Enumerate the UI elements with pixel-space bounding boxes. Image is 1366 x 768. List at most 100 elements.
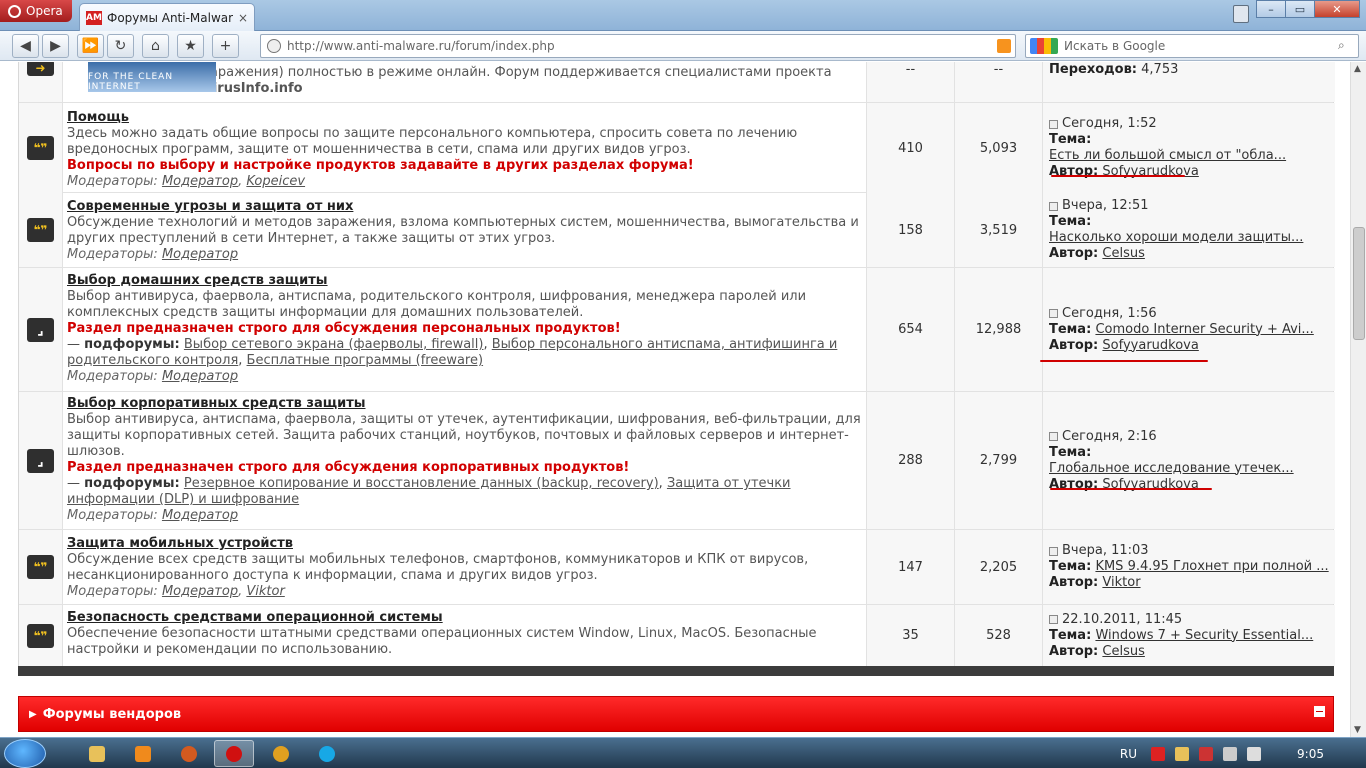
- last-post-icon[interactable]: [1049, 309, 1058, 318]
- app-icon[interactable]: [262, 740, 300, 767]
- moderator-link[interactable]: Модератор: [162, 508, 238, 523]
- opera-icon[interactable]: [214, 740, 254, 767]
- moderator-link[interactable]: Модератор: [162, 247, 238, 262]
- minimize-button[interactable]: –: [1256, 0, 1286, 18]
- highlight-underline: [1040, 360, 1208, 362]
- forum-desc: Выбор антивируса, фаервола, антиспама, р…: [67, 289, 807, 320]
- network-icon[interactable]: [1223, 746, 1238, 761]
- search-icon[interactable]: ⌕: [1338, 38, 1354, 54]
- tab-close-icon[interactable]: ×: [238, 11, 248, 25]
- virusinfo-logo[interactable]: FOR THE CLEAN INTERNET: [88, 62, 216, 92]
- moderator-link[interactable]: Viktor: [246, 584, 284, 599]
- last-topic-link[interactable]: Windows 7 + Security Essential...: [1095, 628, 1313, 643]
- rss-icon[interactable]: [997, 39, 1011, 53]
- opera-menu-label: Opera: [26, 4, 63, 18]
- last-post-cell: Вчера, 11:03 Тема: KMS 9.4.95 Глохнет пр…: [1043, 530, 1335, 604]
- skype-icon[interactable]: [308, 740, 346, 767]
- forum-desc: Обсуждение всех средств защиты мобильных…: [67, 552, 809, 583]
- last-topic-link[interactable]: Есть ли большой смысл от "обла...: [1049, 148, 1286, 163]
- forum-title-link[interactable]: Помощь: [67, 110, 862, 126]
- forum-warning: Раздел предназначен строго для обсуждени…: [67, 321, 621, 336]
- collapse-icon[interactable]: [1314, 706, 1325, 717]
- last-post-icon[interactable]: [1049, 432, 1058, 441]
- vertical-scrollbar[interactable]: ▲ ▼: [1350, 62, 1366, 737]
- subforum-link[interactable]: Бесплатные программы (freeware): [247, 353, 484, 368]
- topic-label: Тема:: [1049, 444, 1092, 460]
- forum-title-link[interactable]: Выбор корпоративных средств защиты: [67, 396, 862, 412]
- subforum-link[interactable]: Выбор сетевого экрана (фаерволы, firewal…: [184, 337, 484, 352]
- last-post-icon[interactable]: [1049, 546, 1058, 556]
- back-icon[interactable]: ◀: [12, 33, 39, 58]
- topics-count: --: [867, 62, 955, 102]
- last-post-icon[interactable]: [1049, 119, 1058, 129]
- posts-count: 2,799: [955, 392, 1043, 529]
- forum-moderators: Модераторы: Модератор, Viktor: [67, 584, 285, 599]
- clock[interactable]: 9:05: [1297, 747, 1324, 761]
- last-post-date: Вчера, 12:51: [1062, 198, 1149, 213]
- forum-moderators: Модераторы: Модератор: [67, 369, 862, 385]
- bookmarks-icon[interactable]: ★: [177, 33, 204, 58]
- last-author-link[interactable]: Sofyyarudkova: [1102, 338, 1198, 353]
- topics-count: 410: [867, 103, 955, 193]
- posts-count: --: [955, 62, 1043, 102]
- forum-desc: заражения) полностью в режиме онлайн. Фо…: [203, 65, 832, 80]
- last-post-icon[interactable]: [1049, 615, 1058, 624]
- reload-icon[interactable]: ↻: [107, 33, 134, 58]
- forum-warning: Вопросы по выбору и настройке продуктов …: [67, 158, 694, 173]
- last-post-date: Сегодня, 2:16: [1062, 428, 1157, 444]
- forum-title-link[interactable]: Безопасность средствами операционной сис…: [67, 610, 862, 626]
- category-header-vendors[interactable]: ▶ Форумы вендоров: [18, 696, 1334, 732]
- tab-anti-malware[interactable]: AM Форумы Anti-Malware... ×: [79, 3, 255, 31]
- forum-moderators: Модераторы: Модератор: [67, 247, 862, 263]
- moderator-link[interactable]: Kopeicev: [246, 174, 305, 189]
- forum-icon-cell: ➜: [19, 62, 63, 102]
- close-button[interactable]: ✕: [1314, 0, 1360, 18]
- last-author-link[interactable]: Viktor: [1102, 575, 1140, 590]
- forward-icon[interactable]: ▶: [42, 33, 69, 58]
- explorer-icon[interactable]: [78, 740, 116, 767]
- scroll-up-icon[interactable]: ▲: [1354, 64, 1361, 74]
- trash-icon[interactable]: [1233, 5, 1249, 23]
- search-box[interactable]: Искать в Google ⌕: [1025, 34, 1359, 58]
- moderator-link[interactable]: Модератор: [162, 174, 238, 189]
- firefox-icon[interactable]: [170, 740, 208, 767]
- scrollbar-thumb[interactable]: [1353, 227, 1365, 340]
- forum-icon-cell: ❝❞: [19, 605, 63, 666]
- tray-app-icon[interactable]: [1199, 746, 1214, 761]
- opera-menu-button[interactable]: Opera: [0, 0, 72, 22]
- start-button[interactable]: [4, 739, 46, 768]
- subforum-link[interactable]: Резервное копирование и восстановление д…: [184, 476, 659, 491]
- last-topic-link[interactable]: KMS 9.4.95 Глохнет при полной ...: [1095, 559, 1328, 574]
- volume-icon[interactable]: [1247, 746, 1262, 761]
- author-label: Автор:: [1049, 643, 1099, 659]
- last-topic-link[interactable]: Насколько хороши модели защиты...: [1049, 230, 1303, 245]
- last-author-link[interactable]: Celsus: [1102, 644, 1144, 659]
- forum-title-link[interactable]: Выбор домашних средств защиты: [67, 273, 862, 289]
- media-player-icon[interactable]: [124, 740, 162, 767]
- forum-title-link[interactable]: Защита мобильных устройств: [67, 536, 862, 552]
- google-icon[interactable]: [1030, 38, 1058, 54]
- forum-title-link[interactable]: Современные угрозы и защита от них: [67, 199, 862, 215]
- forum-warning: Раздел предназначен строго для обсуждени…: [67, 460, 630, 475]
- folder-tray-icon[interactable]: [1175, 746, 1190, 761]
- last-topic-link[interactable]: Comodo Interner Security + Avi...: [1095, 322, 1313, 337]
- scroll-down-icon[interactable]: ▼: [1354, 725, 1361, 735]
- search-placeholder: Искать в Google: [1064, 39, 1166, 53]
- moderator-link[interactable]: Модератор: [162, 584, 238, 599]
- address-bar[interactable]: http://www.anti-malware.ru/forum/index.p…: [260, 34, 1016, 58]
- antivirus-tray-icon[interactable]: [1151, 746, 1166, 761]
- last-topic-link[interactable]: Глобальное исследование утечек...: [1049, 461, 1294, 476]
- last-post-icon[interactable]: [1049, 201, 1058, 211]
- last-post-date: Вчера, 11:03: [1062, 543, 1149, 558]
- forum-read-icon: ❝❞: [27, 555, 54, 579]
- last-post-cell: Сегодня, 1:52 Тема: Есть ли большой смыс…: [1043, 103, 1335, 193]
- home-icon[interactable]: ⌂: [142, 33, 169, 58]
- last-author-link[interactable]: Celsus: [1102, 246, 1144, 261]
- new-tab-icon[interactable]: +: [212, 33, 239, 58]
- moderator-link[interactable]: Модератор: [162, 369, 238, 384]
- maximize-button[interactable]: ▭: [1285, 0, 1315, 18]
- subforums-label: подфорумы:: [84, 476, 180, 491]
- fast-forward-icon[interactable]: ⏩: [77, 33, 104, 58]
- language-indicator[interactable]: RU: [1120, 747, 1137, 761]
- forum-table-footer: [18, 666, 1334, 676]
